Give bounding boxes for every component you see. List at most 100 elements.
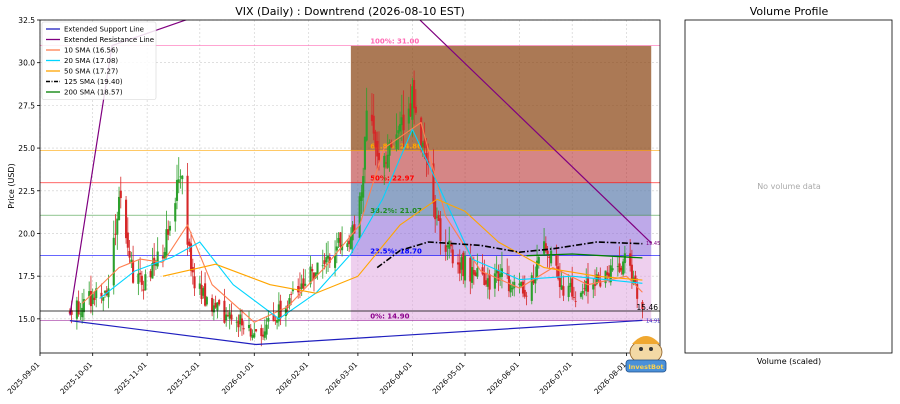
candle-body [168, 225, 172, 231]
legend-entry-label: Extended Resistance Line [64, 36, 154, 44]
candle-body [304, 283, 307, 286]
candle-body [253, 333, 256, 338]
candle-body [140, 275, 143, 285]
candle-body [451, 249, 454, 264]
volume-x-axis-label: Volume (scaled) [757, 357, 821, 366]
candle-body [137, 273, 140, 284]
candle-body [574, 300, 577, 302]
candle-body [125, 199, 128, 239]
chart-canvas: VIX (Daily) : Downtrend (2026-08-10 EST)… [0, 0, 900, 400]
candle-body [439, 218, 442, 241]
candle-body [567, 285, 570, 298]
legend-entry-label: 50 SMA (17.27) [64, 68, 118, 76]
legend-entry-label: 125 SMA (19.40) [64, 78, 123, 86]
y-tick-label: 32.5 [18, 16, 35, 25]
y-tick-label: 22.5 [18, 187, 35, 196]
candle-body [471, 267, 474, 283]
candle-body [623, 253, 626, 264]
y-tick-label: 30.0 [18, 59, 35, 68]
chart-legend: Extended Support Line Extended Resistance… [41, 21, 157, 100]
candle-body [377, 152, 381, 161]
candle-body [629, 253, 632, 266]
candle-body [571, 278, 574, 297]
candle-body [597, 274, 600, 281]
candle-body [247, 324, 251, 329]
candle-body [611, 268, 614, 271]
legend-entry-label: 10 SMA (16.56) [64, 47, 118, 55]
candle-body [555, 255, 558, 266]
candle-body [218, 300, 221, 305]
candle-body [126, 232, 129, 248]
fib-level-label: 38.2%: 21.07 [370, 207, 422, 215]
candle-body [630, 264, 633, 280]
candle-body [128, 250, 131, 258]
logo-eye [649, 347, 653, 351]
main-chart-title: VIX (Daily) : Downtrend (2026-08-10 EST) [235, 5, 465, 18]
candle-body [383, 155, 386, 168]
candle-body [413, 80, 416, 109]
candle-body [334, 255, 337, 268]
candle-body [523, 289, 526, 297]
y-tick-label: 15.0 [18, 315, 35, 324]
logo-eye [639, 347, 643, 351]
y-axis-label: Price (USD) [7, 163, 16, 208]
legend-entry-label: Extended Support Line [64, 26, 144, 34]
candle-body [119, 190, 122, 199]
candle-body [156, 251, 159, 267]
candle-body [112, 237, 115, 286]
candle-body [265, 324, 268, 335]
candle-body [240, 318, 244, 326]
candle-body [254, 329, 258, 332]
candle-body [463, 255, 467, 281]
candle-body [144, 274, 147, 291]
legend-entry-label: 20 SMA (17.08) [64, 57, 118, 65]
candle-body [581, 290, 584, 294]
candle-body [242, 328, 245, 330]
candle-body [205, 297, 208, 305]
candle-body [102, 297, 105, 301]
candle-body [290, 294, 293, 295]
candle-body [449, 244, 453, 247]
candle-body [117, 196, 121, 221]
candle-body [193, 276, 196, 289]
no-volume-message: No volume data [757, 182, 821, 191]
candle-body [534, 279, 537, 284]
candle-body [181, 175, 184, 180]
candle-body [488, 274, 491, 290]
candle-body [311, 269, 314, 272]
candle-body [434, 199, 437, 220]
candle-body [537, 257, 540, 264]
y-tick-label: 25.0 [18, 144, 35, 153]
fib-level-label: 100%: 31.00 [370, 38, 419, 46]
current-price-label: 15.46 [637, 303, 659, 312]
candle-body [386, 154, 389, 168]
candle-body [562, 286, 565, 296]
candle-body [372, 115, 375, 134]
candle-body [302, 278, 305, 289]
candle-body [358, 196, 361, 238]
candle-body [493, 273, 496, 289]
candle-body [93, 297, 96, 301]
candle-body [593, 284, 597, 286]
y-tick-label: 17.5 [18, 272, 35, 281]
candle-body [363, 136, 366, 170]
candle-body [402, 114, 405, 131]
candle-body [139, 272, 142, 275]
candle-body [399, 124, 402, 132]
candle-body [476, 268, 479, 277]
line-end-label: 19.45 [646, 241, 660, 247]
candle-body [116, 218, 119, 235]
chart-figure: VIX (Daily) : Downtrend (2026-08-10 EST)… [0, 0, 900, 400]
candle-body [77, 301, 80, 315]
y-tick-label: 27.5 [18, 101, 35, 110]
y-tick-label: 20.0 [18, 229, 35, 238]
candle-body [365, 110, 368, 141]
candle-body [174, 203, 177, 222]
candle-body [525, 295, 528, 297]
candle-body [297, 285, 300, 293]
candle-body [177, 179, 180, 183]
candle-body [414, 106, 417, 113]
legend-entry-label: 200 SMA (18.57) [64, 89, 123, 97]
candle-body [175, 179, 179, 201]
candle-body [186, 175, 189, 245]
